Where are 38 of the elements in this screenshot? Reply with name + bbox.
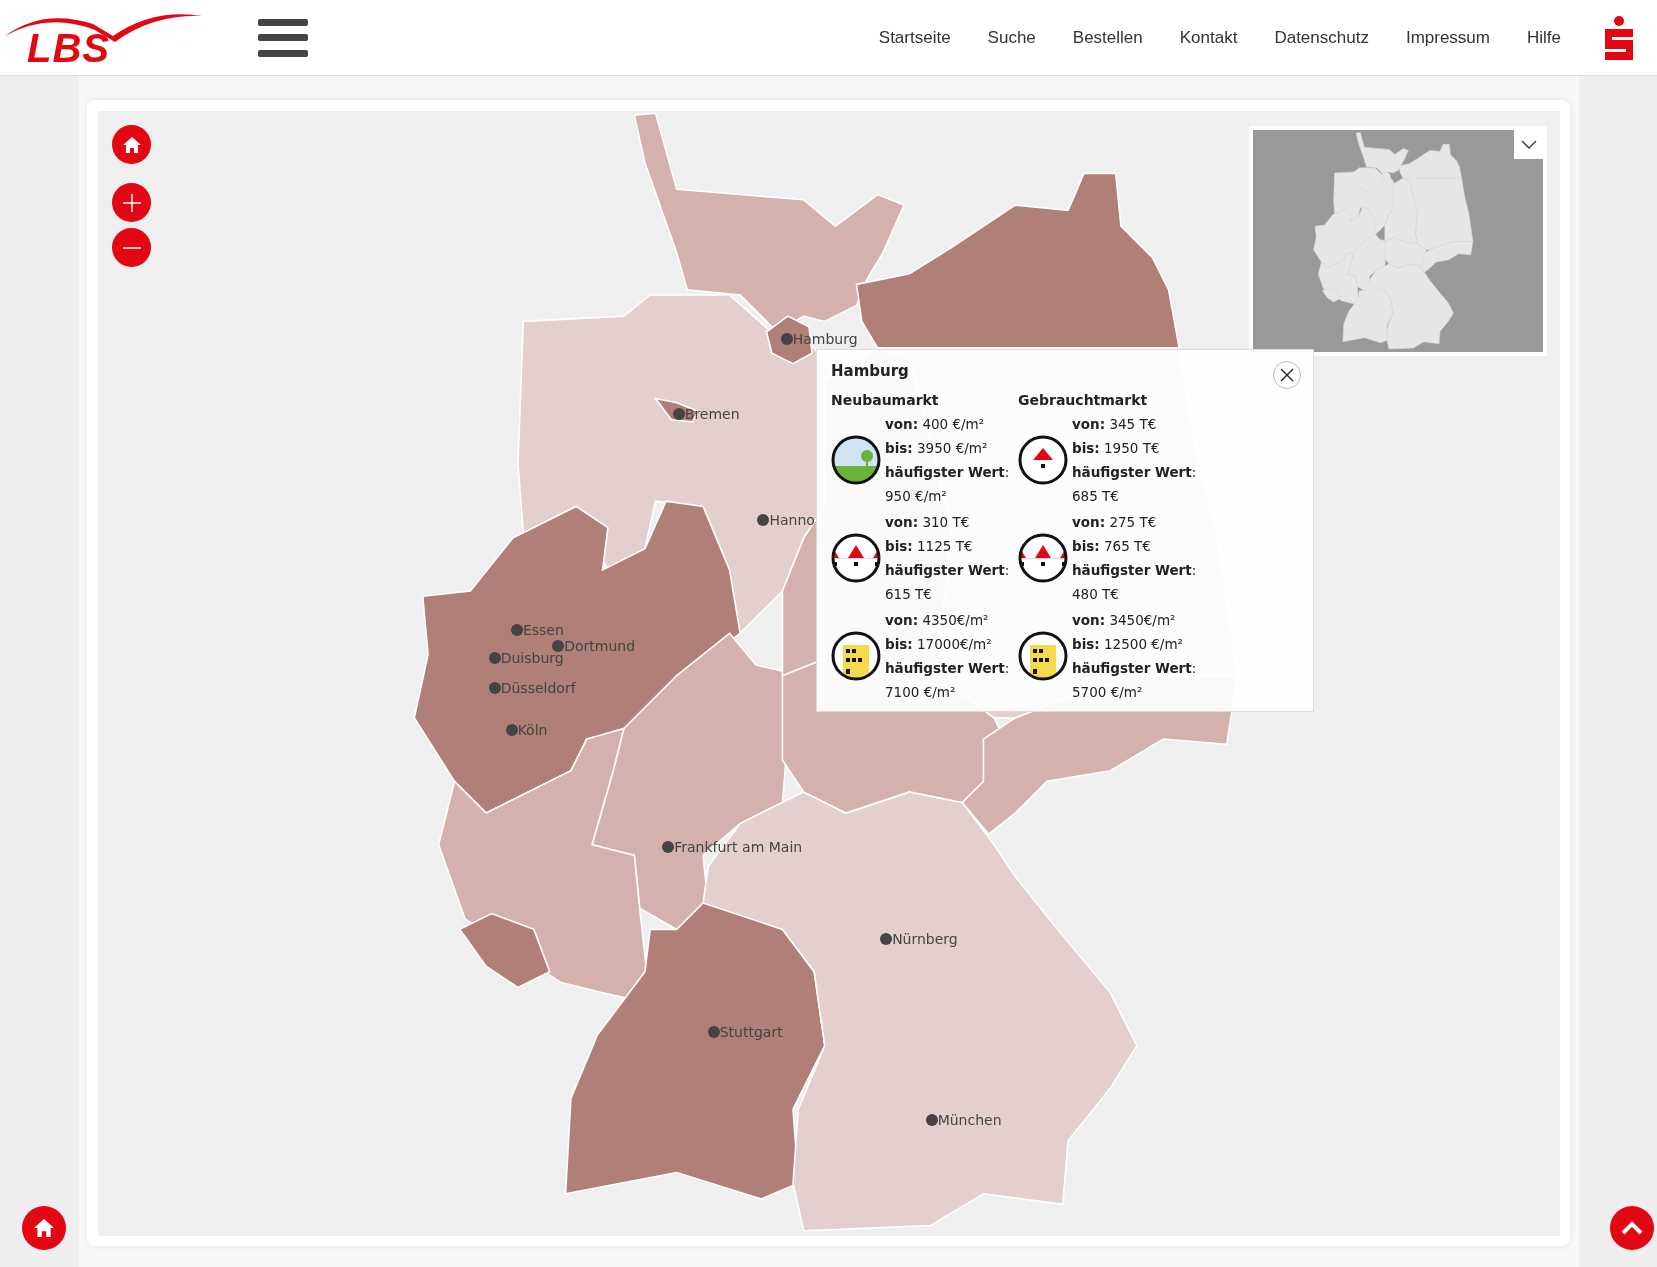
logo-text: LBS [27,27,110,68]
price-line: häufigster Wert: [1072,659,1197,678]
price-line: bis: 3950 €/m² [885,439,989,458]
price-line: 615 T€ [885,585,933,604]
price-line: 7100 €/m² [885,683,957,702]
city-label: München [937,1110,1002,1129]
price-line: bis: 1950 T€ [1072,439,1161,458]
price-line: häufigster Wert: [1072,561,1197,580]
price-line: bis: 12500 €/m² [1072,635,1184,654]
price-line: von: 275 T€ [1072,513,1158,532]
market-heading: Gebrauchtmarkt [1018,391,1149,410]
price-line: häufigster Wert: [885,659,1010,678]
price-line: von: 4350€/m² [885,611,990,630]
price-line: bis: 765 T€ [1072,537,1152,556]
city-label: Dortmund [564,637,636,655]
city-label: Bremen [684,405,740,424]
price-line: 950 €/m² [885,487,948,506]
city-label: Hanno [769,511,815,530]
price-line: bis: 1125 T€ [885,537,974,556]
price-line: 685 T€ [1072,487,1120,506]
price-line: von: 400 €/m² [885,415,986,434]
price-line: häufigster Wert: [1072,463,1197,482]
price-line: häufigster Wert: [885,463,1010,482]
price-line: bis: 17000€/m² [885,635,993,654]
city-label: Duisburg [500,648,564,667]
price-line: häufigster Wert: [885,561,1010,580]
price-line: 480 T€ [1072,585,1120,604]
price-line: von: 345 T€ [1072,415,1158,434]
price-line: von: 310 T€ [885,513,971,532]
city-label: Nürnberg [892,929,958,948]
city-label: Düsseldorf [500,679,576,698]
city-label: Stuttgart [719,1022,783,1041]
price-line: von: 3450€/m² [1072,611,1177,630]
market-heading: Neubaumarkt [831,391,940,410]
city-label: Essen [522,621,564,640]
city-label: Köln [517,720,548,739]
price-line: 5700 €/m² [1072,683,1144,702]
popup-title: Hamburg [831,361,909,382]
